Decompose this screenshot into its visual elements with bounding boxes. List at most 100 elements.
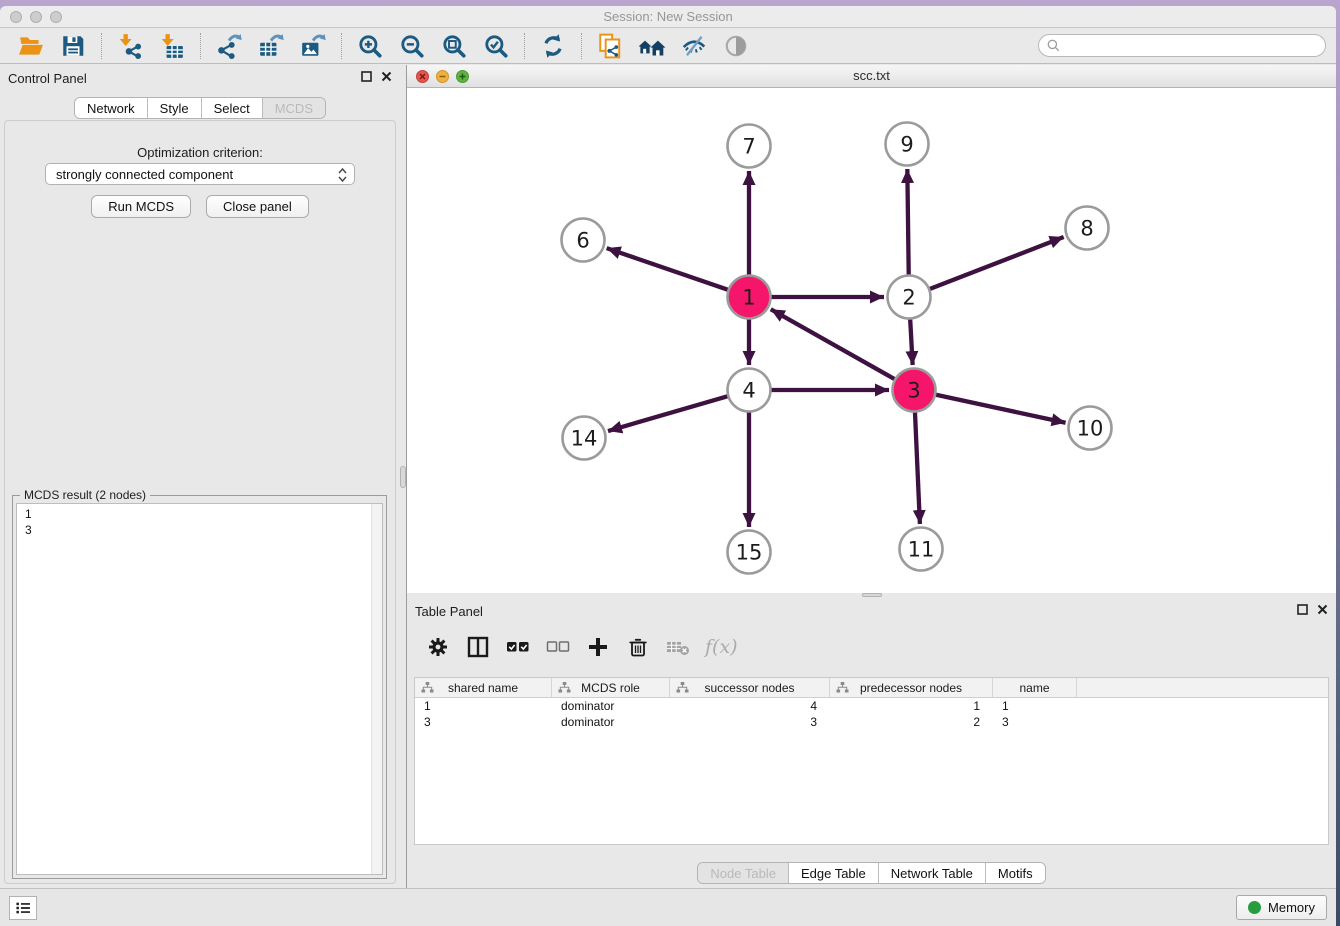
close-panel-icon[interactable] (1317, 604, 1328, 615)
graph-node-9[interactable]: 9 (886, 123, 929, 166)
network-graph[interactable]: 7 9 6 8 1 2 4 3 14 10 15 11 (407, 88, 1336, 592)
graph-node-1[interactable]: 1 (728, 276, 771, 319)
splitter-grip[interactable] (862, 593, 882, 597)
graph-node-label: 7 (742, 135, 755, 159)
node-table[interactable]: shared nameMCDS rolesuccessor nodesprede… (414, 677, 1329, 845)
table-row[interactable]: 3dominator323 (415, 714, 1328, 730)
mcds-result-text[interactable]: 13 (16, 503, 383, 875)
zoom-out-icon[interactable] (397, 31, 427, 61)
graph-node-2[interactable]: 2 (888, 276, 931, 319)
graph-node-6[interactable]: 6 (562, 219, 605, 262)
network-close-icon[interactable] (416, 70, 429, 83)
graph-node-10[interactable]: 10 (1069, 407, 1112, 450)
graph-node-4[interactable]: 4 (728, 369, 771, 412)
tab-select[interactable]: Select (202, 98, 263, 118)
graph-node-14[interactable]: 14 (563, 417, 606, 460)
network-canvas[interactable]: 7 9 6 8 1 2 4 3 14 10 15 11 (407, 88, 1336, 593)
memory-button[interactable]: Memory (1236, 895, 1327, 920)
task-history-button[interactable] (9, 896, 37, 920)
table-cell: 1 (415, 698, 552, 714)
search-box[interactable] (1038, 34, 1326, 57)
network-minimize-icon[interactable] (436, 70, 449, 83)
table-cell: 2 (830, 714, 993, 730)
app-window: Session: New Session (0, 6, 1336, 926)
graph-node-label: 2 (902, 286, 915, 310)
column-header-predecessor-nodes[interactable]: predecessor nodes (830, 678, 993, 697)
splitter-grip[interactable] (400, 466, 406, 488)
memory-label: Memory (1268, 900, 1315, 915)
save-session-icon[interactable] (58, 31, 88, 61)
column-header-successor-nodes[interactable]: successor nodes (670, 678, 830, 697)
unselect-all-icon[interactable] (545, 634, 571, 660)
show-hide-graphics-icon[interactable] (679, 31, 709, 61)
table-options-icon[interactable] (425, 634, 451, 660)
show-columns-icon[interactable] (465, 634, 491, 660)
graph-node-3[interactable]: 3 (893, 369, 936, 412)
export-network-icon[interactable] (214, 31, 244, 61)
open-session-icon[interactable] (16, 31, 46, 61)
tab-style[interactable]: Style (148, 98, 202, 118)
float-panel-icon[interactable] (361, 71, 372, 82)
graph-edge-2-3[interactable] (910, 319, 912, 365)
graph-edge-3-1[interactable] (771, 309, 895, 379)
control-panel-tabs: NetworkStyleSelectMCDS (0, 97, 400, 119)
export-image-icon[interactable] (298, 31, 328, 61)
optimization-criterion-label: Optimization criterion: (0, 145, 400, 160)
export-table-icon[interactable] (256, 31, 286, 61)
zoom-selected-icon[interactable] (481, 31, 511, 61)
search-input[interactable] (1066, 39, 1318, 53)
close-window-button[interactable] (10, 11, 22, 23)
zoom-fit-icon[interactable] (439, 31, 469, 61)
column-header-name[interactable]: name (993, 678, 1077, 697)
function-builder-disabled-icon: f(x) (705, 634, 738, 660)
tab-node-table[interactable]: Node Table (698, 863, 789, 883)
vertical-splitter[interactable] (400, 65, 407, 888)
table-panel: Table Panel (407, 598, 1336, 888)
graph-edge-1-6[interactable] (607, 248, 728, 290)
new-network-from-selection-icon[interactable] (595, 31, 625, 61)
optimization-criterion-select[interactable]: strongly connected component (45, 163, 355, 185)
minimize-window-button[interactable] (30, 11, 42, 23)
import-table-icon[interactable] (157, 31, 187, 61)
result-scrollbar[interactable] (371, 504, 382, 874)
graph-node-8[interactable]: 8 (1066, 207, 1109, 250)
tab-mcds[interactable]: MCDS (263, 98, 325, 118)
run-mcds-button[interactable]: Run MCDS (91, 195, 191, 218)
control-panel-title: Control Panel (8, 71, 87, 86)
right-column: scc.txt 7968124314101511 Table Panel (407, 65, 1336, 888)
tab-motifs[interactable]: Motifs (986, 863, 1045, 883)
graph-node-11[interactable]: 11 (900, 528, 943, 571)
column-header-shared-name[interactable]: shared name (415, 678, 552, 697)
column-header-MCDS-role[interactable]: MCDS role (552, 678, 670, 697)
control-panel-header: Control Panel (0, 65, 400, 89)
mcds-result-line: 1 (25, 506, 368, 522)
zoom-in-icon[interactable] (355, 31, 385, 61)
delete-columns-icon[interactable] (625, 634, 651, 660)
select-all-icon[interactable] (505, 634, 531, 660)
graph-edge-3-11[interactable] (915, 412, 920, 524)
table-cell: dominator (552, 698, 670, 714)
zoom-window-button[interactable] (50, 11, 62, 23)
window-controls (10, 11, 62, 23)
apply-layout-icon[interactable] (538, 31, 568, 61)
graph-node-15[interactable]: 15 (728, 531, 771, 574)
tab-edge-table[interactable]: Edge Table (789, 863, 879, 883)
close-panel-icon[interactable] (381, 71, 392, 82)
tab-network-table[interactable]: Network Table (879, 863, 986, 883)
float-panel-icon[interactable] (1297, 604, 1308, 615)
graph-edge-3-10[interactable] (936, 395, 1066, 423)
add-column-icon[interactable] (585, 634, 611, 660)
first-neighbors-icon[interactable] (637, 31, 667, 61)
table-row[interactable]: 1dominator411 (415, 698, 1328, 714)
tab-network[interactable]: Network (75, 98, 148, 118)
network-maximize-icon[interactable] (456, 70, 469, 83)
graph-edge-2-8[interactable] (930, 237, 1064, 289)
graph-node-label: 15 (736, 541, 763, 565)
graph-edge-2-9[interactable] (907, 169, 908, 275)
close-panel-button[interactable]: Close panel (206, 195, 309, 218)
table-header-row: shared nameMCDS rolesuccessor nodesprede… (415, 678, 1328, 698)
graph-edge-4-14[interactable] (608, 396, 727, 431)
search-icon (1046, 38, 1061, 53)
import-network-icon[interactable] (115, 31, 145, 61)
graph-node-7[interactable]: 7 (728, 125, 771, 168)
